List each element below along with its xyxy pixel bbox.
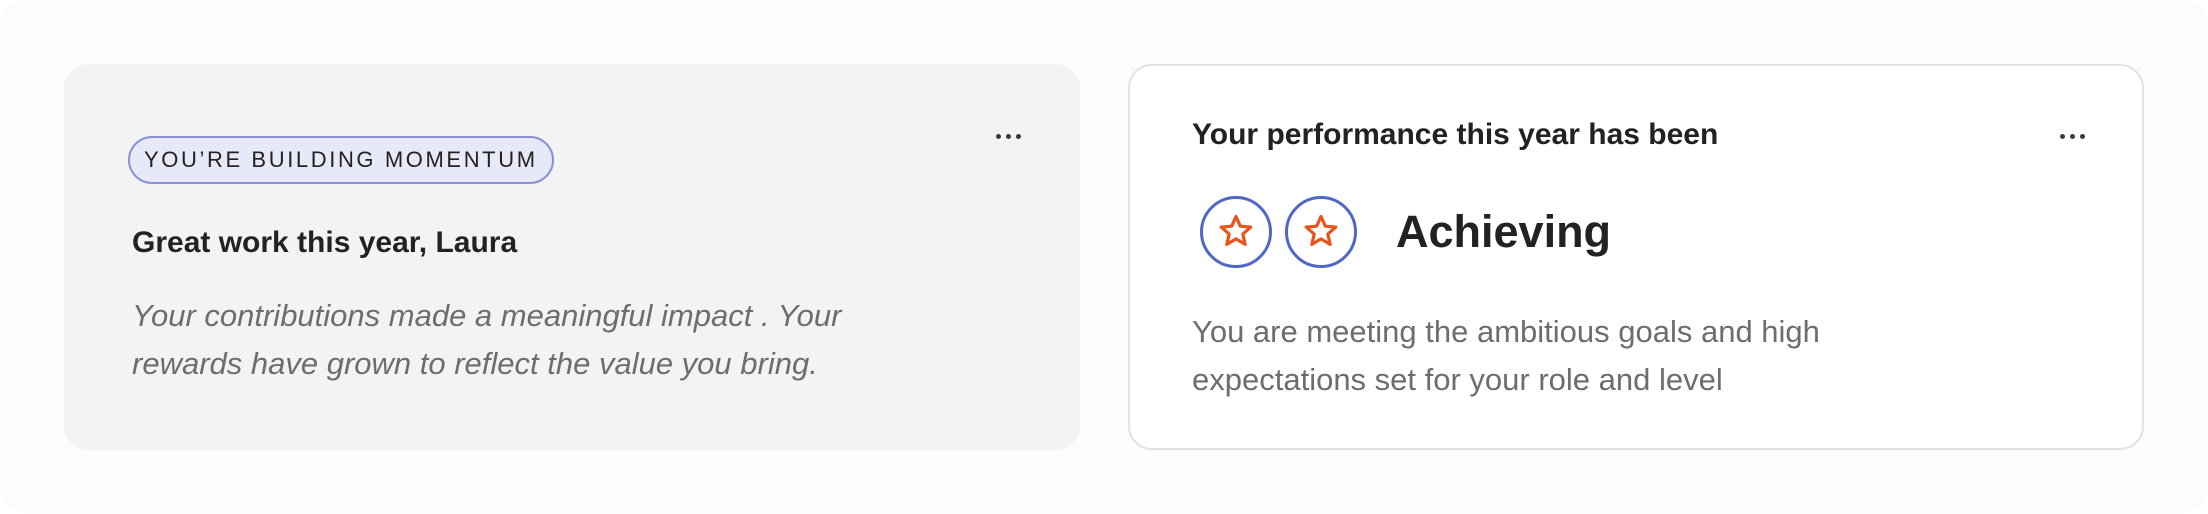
momentum-badge: YOU’RE BUILDING MOMENTUM — [128, 136, 554, 184]
star-icon — [1304, 214, 1338, 246]
performance-description: You are meeting the ambitious goals and … — [1192, 314, 1820, 397]
more-dot-icon — [2079, 133, 2085, 139]
rating-star-badge — [1285, 196, 1357, 268]
more-dot-icon — [995, 133, 1001, 139]
rating-star-badge — [1200, 196, 1272, 268]
performance-summary-panel: YOU’RE BUILDING MOMENTUM Great work this… — [0, 0, 2208, 514]
performance-title: Your performance this year has been — [1192, 118, 1719, 151]
more-dot-icon — [2069, 133, 2075, 139]
more-dot-icon — [1005, 133, 1011, 139]
momentum-card-more-button[interactable] — [986, 118, 1030, 154]
more-dot-icon — [1015, 133, 1021, 139]
more-dot-icon — [2059, 133, 2065, 139]
momentum-description: Your contributions made a meaningful imp… — [132, 298, 842, 381]
momentum-title: Great work this year, Laura — [132, 226, 518, 259]
performance-card-more-button[interactable] — [2050, 118, 2094, 154]
performance-rating-label: Achieving — [1396, 206, 1612, 257]
star-icon — [1219, 214, 1253, 246]
